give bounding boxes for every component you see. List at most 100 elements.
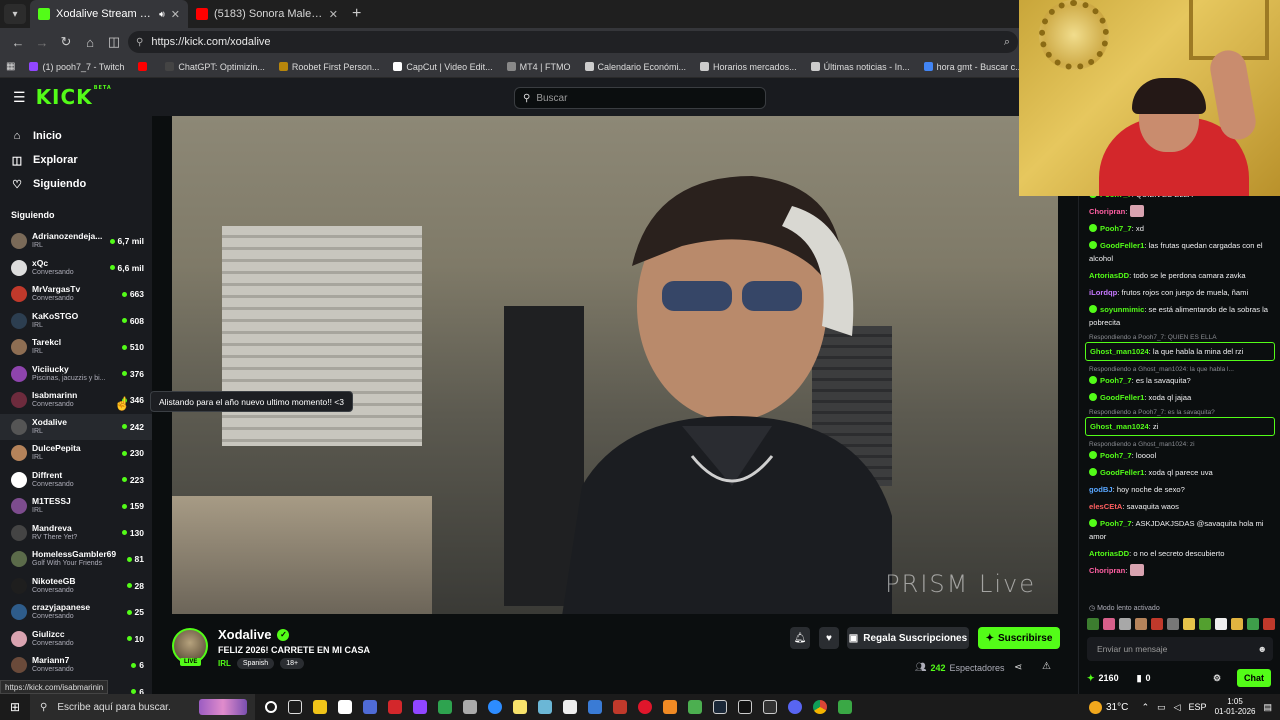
followed-channel[interactable]: NikoteeGB Conversando 28	[0, 573, 152, 600]
apps-grid-icon[interactable]: ▦	[6, 61, 15, 72]
bookmark-item[interactable]: Horarios mercados...	[700, 62, 797, 72]
gear-icon[interactable]: ⚙	[1213, 673, 1221, 684]
volume-icon[interactable]: ◁	[1174, 702, 1181, 713]
emote-icon[interactable]	[1231, 618, 1243, 630]
chat-username[interactable]: Pooh7_7	[1100, 451, 1132, 460]
followed-channel[interactable]: DulcePepita IRL 230	[0, 440, 152, 467]
chat-input[interactable]: Enviar un mensaje ☻	[1087, 637, 1273, 661]
network-icon[interactable]: ▭	[1157, 702, 1166, 713]
bookmark-item[interactable]: (1) pooh7_7 - Twitch	[29, 62, 124, 72]
follow-button[interactable]: ♥	[819, 627, 839, 649]
share-icon[interactable]: ⋖	[1014, 662, 1022, 673]
channel-points[interactable]: ✦ 2160	[1087, 673, 1119, 684]
subscribe-button[interactable]: ✦ Suscribirse	[978, 627, 1060, 649]
followed-channel[interactable]: Adrianozendeja... IRL 6,7 mil	[0, 228, 152, 255]
chat-username[interactable]: GoodFeller1	[1100, 468, 1144, 477]
emoji-picker-icon[interactable]: ☻	[1258, 644, 1267, 654]
chat-username[interactable]: ArtoriasDD	[1089, 549, 1129, 558]
tray-chevron-icon[interactable]: ⌃	[1142, 702, 1150, 713]
forward-icon[interactable]: →	[30, 35, 54, 50]
app-icon[interactable]	[838, 700, 852, 714]
chat-username[interactable]: Ghost_man1024	[1090, 347, 1149, 356]
close-tab-icon[interactable]: ✕	[171, 8, 180, 21]
chrome-icon[interactable]	[813, 700, 827, 714]
bookmark-item[interactable]: Roobet First Person...	[278, 62, 379, 72]
windows-start-icon[interactable]: ⊞	[0, 700, 30, 714]
emote-icon[interactable]	[1167, 618, 1179, 630]
app-icon[interactable]	[613, 700, 627, 714]
sidebar-nav-inicio[interactable]: ⌂ Inicio	[0, 124, 152, 148]
tag-mature[interactable]: 18+	[280, 658, 305, 669]
search-input[interactable]: ⚲ Buscar	[514, 87, 766, 109]
app-icon[interactable]	[463, 700, 477, 714]
chat-username[interactable]: GoodFeller1	[1100, 393, 1144, 402]
reply-context[interactable]: Respondiendo a Ghost_man1024: zi	[1089, 440, 1273, 449]
clock[interactable]: 1:05 01-01-2026	[1215, 697, 1256, 717]
twitch-icon[interactable]	[413, 700, 427, 714]
back-icon[interactable]: ←	[6, 35, 30, 50]
emote-icon[interactable]	[1103, 618, 1115, 630]
chat-counter[interactable]: ▮ 0	[1137, 673, 1151, 684]
report-icon[interactable]: ⚠	[1042, 661, 1051, 672]
chat-username[interactable]: Choripran	[1089, 566, 1125, 575]
chat-username[interactable]: Pooh7_7	[1100, 224, 1132, 233]
bookmark-item[interactable]	[138, 62, 151, 71]
emote-icon[interactable]	[1183, 618, 1195, 630]
new-tab-icon[interactable]: +	[352, 5, 361, 23]
bookmark-item[interactable]: Últimas noticias - In...	[810, 62, 910, 72]
minecraft-icon[interactable]	[688, 700, 702, 714]
emote-icon[interactable]	[1087, 618, 1099, 630]
chat-username[interactable]: iLordqp	[1089, 288, 1117, 297]
gift-subscriptions-button[interactable]: ▣ Regala Suscripciones	[847, 627, 969, 649]
steam-icon[interactable]	[713, 700, 727, 714]
chat-username[interactable]: Choripran	[1089, 207, 1125, 216]
app-icon[interactable]	[438, 700, 452, 714]
taskbar-search[interactable]: ⚲ Escribe aquí para buscar.	[30, 694, 255, 720]
zoom-icon[interactable]: ⌕	[1004, 36, 1010, 49]
weather-widget[interactable]: 31°C	[1089, 694, 1128, 720]
sidebar-nav-siguiendo[interactable]: ♡ Siguiendo	[0, 172, 152, 196]
reload-icon[interactable]: ↻	[54, 34, 78, 50]
app-icon[interactable]	[663, 700, 677, 714]
app-icon[interactable]	[538, 700, 552, 714]
followed-channel[interactable]: Mariann7 Conversando 6	[0, 652, 152, 679]
site-info-icon[interactable]: ⚲	[136, 37, 143, 48]
reply-context[interactable]: Respondiendo a Pooh7_7: es la savaquita?	[1089, 408, 1273, 417]
chat-username[interactable]: Ghost_man1024	[1090, 422, 1149, 431]
address-bar[interactable]: ⚲ https://kick.com/xodalive ⌕	[128, 31, 1018, 53]
home-icon[interactable]: ⌂	[78, 35, 102, 50]
followed-channel[interactable]: Tarekcl IRL 510	[0, 334, 152, 361]
emote-icon[interactable]	[1119, 618, 1131, 630]
capcut-icon[interactable]	[563, 700, 577, 714]
menu-icon[interactable]: ☰	[13, 89, 26, 106]
tag-language[interactable]: Spanish	[236, 658, 275, 669]
sticky-notes-icon[interactable]	[513, 700, 527, 714]
followed-channel[interactable]: HomelessGambler69 Golf With Your Friends 8…	[0, 546, 152, 573]
emote-icon[interactable]	[1263, 618, 1275, 630]
zoom-icon[interactable]	[488, 700, 502, 714]
bookmark-item[interactable]: hora gmt - Buscar c...	[923, 62, 1023, 72]
reply-context[interactable]: Respondiendo a Pooh7_7: QUIEN ES ELLA	[1089, 333, 1273, 342]
cortana-icon[interactable]	[265, 701, 277, 713]
document-icon[interactable]	[338, 700, 352, 714]
followed-channel[interactable]: Xodalive IRL 242	[0, 413, 152, 440]
bookmark-item[interactable]: MT4 | FTMO	[506, 62, 571, 72]
followed-channel[interactable]: crazyjapanese Conversando 25	[0, 599, 152, 626]
bookmark-item[interactable]: ChatGPT: Optimizin...	[165, 62, 265, 72]
close-tab-icon[interactable]: ✕	[329, 8, 338, 21]
followed-channel[interactable]: MrVargasTv Conversando 663	[0, 281, 152, 308]
followed-channel[interactable]: M1TESSJ IRL 159	[0, 493, 152, 520]
emote-icon[interactable]	[1215, 618, 1227, 630]
sidebar-nav-explorar[interactable]: ◫ Explorar	[0, 148, 152, 172]
split-view-icon[interactable]: ◫	[102, 34, 126, 50]
bookmark-item[interactable]: CapCut | Video Edit...	[393, 62, 493, 72]
chat-username[interactable]: Pooh7_7	[1100, 376, 1132, 385]
app-icon[interactable]	[588, 700, 602, 714]
language-indicator[interactable]: ESP	[1189, 702, 1207, 712]
app-icon[interactable]	[763, 700, 777, 714]
chat-username[interactable]: ArtoriasDD	[1089, 271, 1129, 280]
kick-logo[interactable]: KICKBETA	[36, 85, 112, 109]
followed-channel[interactable]: Diffrent Conversando 223	[0, 467, 152, 494]
emote-icon[interactable]	[1151, 618, 1163, 630]
emote-icon[interactable]	[1247, 618, 1259, 630]
